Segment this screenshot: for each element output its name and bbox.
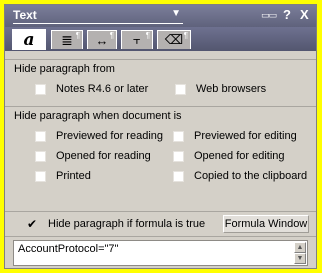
- opened-reading-checkbox[interactable]: [35, 150, 46, 162]
- previewed-editing-option[interactable]: Previewed for editing: [173, 129, 297, 143]
- printed-label: Printed: [56, 170, 91, 182]
- previewed-reading-label: Previewed for reading: [56, 130, 164, 142]
- keyboard-icon[interactable]: ▭▭: [261, 8, 277, 22]
- copied-clipboard-label: Copied to the clipboard: [194, 170, 308, 182]
- hide-from-heading: Hide paragraph from: [5, 59, 316, 77]
- hide-when-heading: Hide paragraph when document is: [5, 106, 316, 124]
- opened-editing-option[interactable]: Opened for editing: [173, 149, 285, 163]
- chevron-down-icon: ▼: [171, 8, 181, 19]
- tab-hide-when[interactable]: ⌫ ¶: [157, 30, 191, 49]
- eraser-icon: ⌫: [164, 32, 184, 47]
- copied-clipboard-option[interactable]: Copied to the clipboard: [173, 169, 307, 183]
- help-icon[interactable]: ?: [283, 8, 291, 22]
- opened-reading-option[interactable]: Opened for reading: [35, 149, 151, 163]
- formula-window-button[interactable]: Formula Window: [223, 215, 309, 233]
- text-properties-panel: Text ▼ ▭▭ ? X a ≣ ¶ ↔ ¶ ⫟ ¶ ⌫ ¶ Hide par…: [4, 4, 317, 269]
- paragraph-lines-icon: ≣: [61, 31, 73, 48]
- opened-editing-checkbox[interactable]: [173, 150, 184, 162]
- hide-if-formula-option[interactable]: ✔ Hide paragraph if formula is true: [27, 217, 205, 231]
- web-browsers-checkbox[interactable]: [175, 83, 186, 95]
- tab-margins[interactable]: ↔ ¶: [87, 30, 117, 49]
- notes-r46-option[interactable]: Notes R4.6 or later: [35, 82, 148, 96]
- formula-editor[interactable]: AccountProtocol="7" ▲ ▼: [13, 240, 308, 266]
- previewed-reading-option[interactable]: Previewed for reading: [35, 129, 163, 143]
- opened-reading-label: Opened for reading: [56, 150, 151, 162]
- notes-r46-label: Notes R4.6 or later: [56, 83, 149, 95]
- formula-row: ✔ Hide paragraph if formula is true Form…: [5, 211, 316, 237]
- web-browsers-label: Web browsers: [196, 83, 267, 95]
- hide-if-formula-label: Hide paragraph if formula is true: [48, 218, 206, 230]
- previewed-editing-label: Previewed for editing: [194, 130, 297, 142]
- margin-arrows-icon: ↔: [95, 32, 109, 48]
- previewed-reading-checkbox[interactable]: [35, 130, 46, 142]
- opened-editing-label: Opened for editing: [194, 150, 285, 162]
- tab-paragraph[interactable]: ≣ ¶: [51, 30, 83, 49]
- tab-tabs[interactable]: ⫟ ¶: [121, 30, 153, 49]
- notes-r46-checkbox[interactable]: [35, 83, 46, 95]
- scroll-up-icon[interactable]: ▲: [294, 242, 306, 253]
- printed-checkbox[interactable]: [35, 170, 46, 182]
- tab-strip: a ≣ ¶ ↔ ¶ ⫟ ¶ ⌫ ¶: [5, 27, 316, 51]
- printed-option[interactable]: Printed: [35, 169, 91, 183]
- titlebar: Text ▼ ▭▭ ? X: [5, 5, 316, 27]
- checkmark-icon[interactable]: ✔: [27, 218, 38, 230]
- properties-type-dropdown[interactable]: Text ▼: [13, 8, 183, 24]
- formula-text[interactable]: AccountProtocol="7": [18, 243, 118, 255]
- previewed-editing-checkbox[interactable]: [173, 130, 184, 142]
- italic-a-icon: a: [23, 30, 35, 50]
- scroll-down-icon[interactable]: ▼: [294, 253, 306, 264]
- tab-stops-icon: ⫟: [133, 32, 141, 47]
- close-icon[interactable]: X: [300, 8, 309, 22]
- tab-font[interactable]: a: [12, 29, 46, 50]
- copied-clipboard-checkbox[interactable]: [173, 170, 184, 182]
- dropdown-label: Text: [13, 8, 37, 22]
- web-browsers-option[interactable]: Web browsers: [175, 82, 266, 96]
